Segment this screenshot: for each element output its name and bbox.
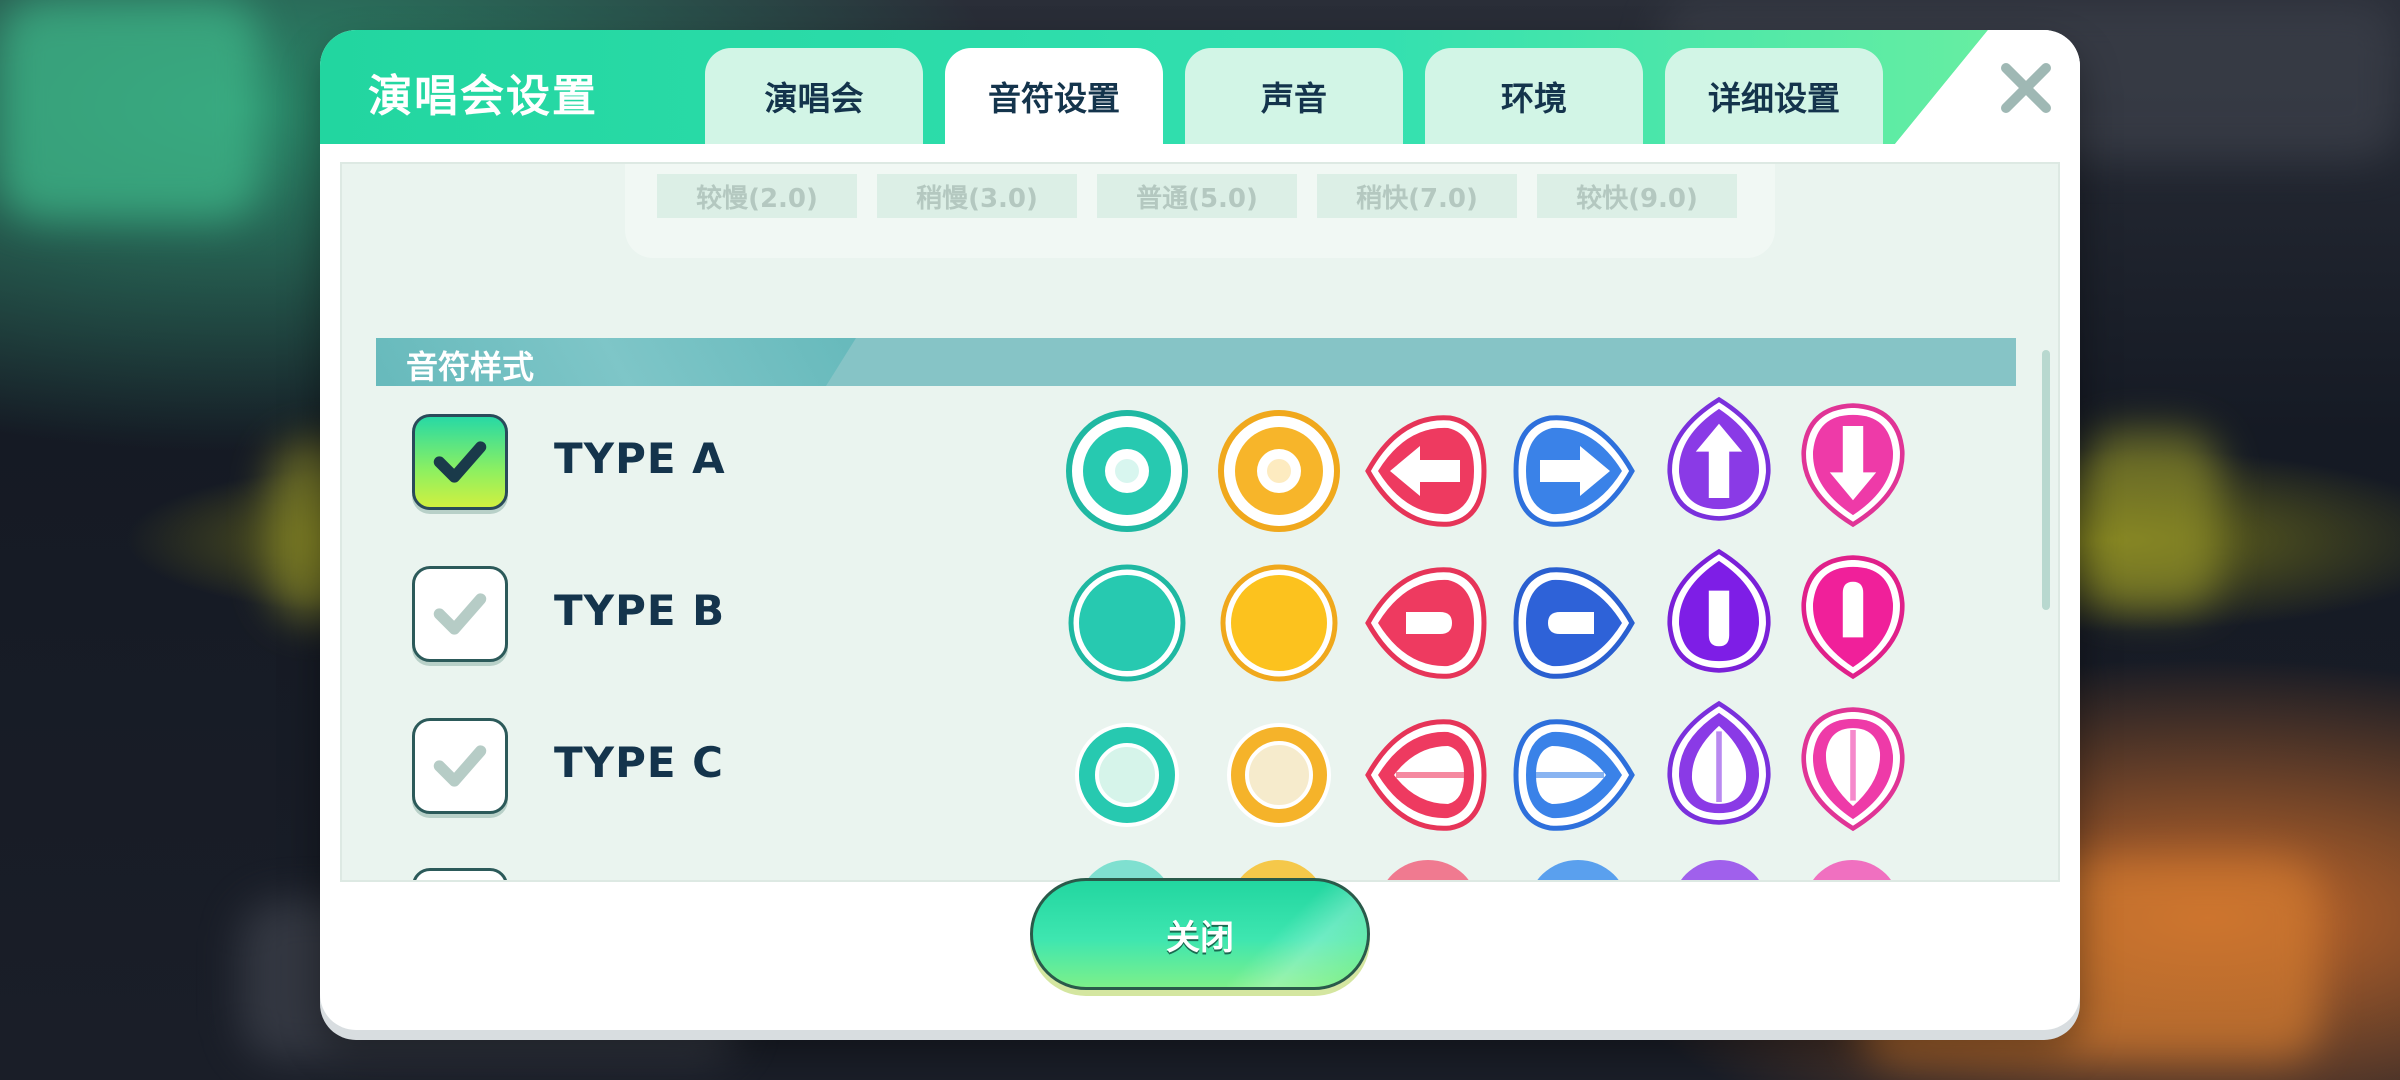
right-arrow-note-icon xyxy=(1513,719,1635,831)
check-icon xyxy=(433,441,487,483)
section-title: 音符样式 xyxy=(406,348,535,386)
type-d-checkbox[interactable] xyxy=(412,868,508,880)
speed-option-slower[interactable]: 较慢(2.0) xyxy=(657,174,857,218)
tap-note-icon xyxy=(1066,410,1188,532)
close-button[interactable]: 关闭 xyxy=(1030,878,1370,990)
left-arrow-note-icon xyxy=(1365,567,1487,679)
down-arrow-note-icon xyxy=(1801,707,1905,832)
tab-sound[interactable]: 声音 xyxy=(1185,48,1403,144)
tap-note-icon xyxy=(1068,564,1186,682)
note-style-section-header: 音符样式 xyxy=(376,338,2016,386)
speed-option-faster[interactable]: 较快(9.0) xyxy=(1537,174,1737,218)
speed-option-fast[interactable]: 稍快(7.0) xyxy=(1317,174,1517,218)
type-b-checkbox[interactable] xyxy=(412,566,508,662)
up-arrow-note-icon xyxy=(1667,700,1771,825)
tab-concert[interactable]: 演唱会 xyxy=(705,48,923,144)
hold-note-icon xyxy=(1218,410,1340,532)
right-arrow-note-icon xyxy=(1513,415,1635,527)
speed-option-normal[interactable]: 普通(5.0) xyxy=(1097,174,1297,218)
tab-detail-settings[interactable]: 详细设置 xyxy=(1665,48,1883,144)
type-c-label: TYPE C xyxy=(554,738,724,787)
close-x-icon[interactable] xyxy=(1996,58,2056,118)
left-arrow-note-icon xyxy=(1365,719,1487,831)
right-arrow-note-icon xyxy=(1513,567,1635,679)
hold-note-icon xyxy=(1220,564,1338,682)
tab-note-settings[interactable]: 音符设置 xyxy=(945,48,1163,144)
up-arrow-note-icon xyxy=(1667,396,1771,521)
close-button-label: 关闭 xyxy=(1166,917,1234,958)
type-b-label: TYPE B xyxy=(554,586,726,635)
type-a-label: TYPE A xyxy=(554,434,726,483)
note-type-row-a[interactable]: TYPE A xyxy=(342,396,2058,532)
type-a-checkbox[interactable] xyxy=(412,414,508,510)
dialog-title: 演唱会设置 xyxy=(368,71,598,122)
left-arrow-note-icon xyxy=(1365,415,1487,527)
down-arrow-note-icon xyxy=(1801,555,1905,680)
concert-settings-dialog: 演唱会设置 演唱会 音符设置 声音 环境 详细设置 较慢(2.0) 稍慢(3.0… xyxy=(320,30,2080,1030)
tab-environment[interactable]: 环境 xyxy=(1425,48,1643,144)
check-icon xyxy=(433,593,487,635)
type-c-checkbox[interactable] xyxy=(412,718,508,814)
check-icon xyxy=(433,745,487,787)
note-type-row-c[interactable]: TYPE C xyxy=(342,700,2058,832)
note-speed-selector: 较慢(2.0) 稍慢(3.0) 普通(5.0) 稍快(7.0) 较快(9.0) xyxy=(625,164,1775,258)
note-type-row-b[interactable]: TYPE B xyxy=(342,548,2058,682)
up-arrow-note-icon xyxy=(1667,548,1771,673)
tap-note-icon xyxy=(1075,723,1179,827)
settings-panel: 较慢(2.0) 稍慢(3.0) 普通(5.0) 稍快(7.0) 较快(9.0) … xyxy=(340,162,2060,882)
down-arrow-note-icon xyxy=(1801,403,1905,528)
speed-option-slow[interactable]: 稍慢(3.0) xyxy=(877,174,1077,218)
hold-note-icon xyxy=(1227,723,1331,827)
